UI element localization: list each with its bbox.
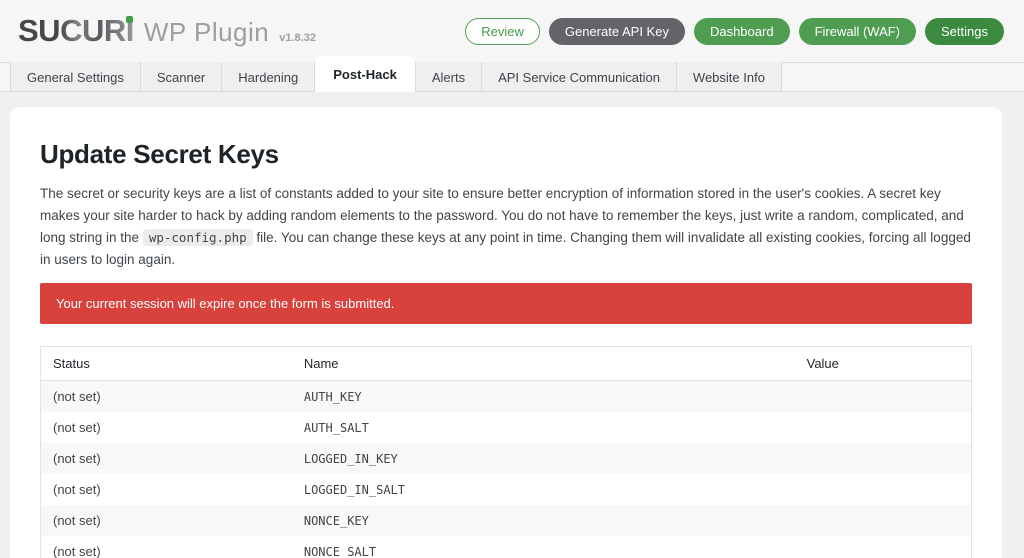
status-cell: (not set): [41, 474, 292, 505]
status-cell: (not set): [41, 505, 292, 536]
column-header-status: Status: [41, 347, 292, 381]
tab-api-service-communication[interactable]: API Service Communication: [482, 62, 677, 92]
tab-website-info[interactable]: Website Info: [677, 62, 782, 92]
table-row: (not set) AUTH_SALT: [41, 412, 972, 443]
table-row: (not set) AUTH_KEY: [41, 381, 972, 413]
top-header: SUCURI WP Plugin v1.8.32 Review Generate…: [0, 0, 1024, 62]
secret-keys-table: Status Name Value (not set) AUTH_KEY (no…: [40, 346, 972, 558]
table-row: (not set) LOGGED_IN_SALT: [41, 474, 972, 505]
header-actions: Review Generate API Key Dashboard Firewa…: [465, 18, 1004, 45]
settings-tab-bar: General Settings Scanner Hardening Post-…: [0, 62, 1024, 92]
status-cell: (not set): [41, 381, 292, 413]
table-row: (not set) NONCE_KEY: [41, 505, 972, 536]
value-cell: [795, 474, 972, 505]
value-cell: [795, 505, 972, 536]
column-header-value: Value: [795, 347, 972, 381]
table-row: (not set) NONCE_SALT: [41, 536, 972, 558]
tab-general-settings[interactable]: General Settings: [10, 62, 141, 92]
firewall-waf-button[interactable]: Firewall (WAF): [799, 18, 916, 45]
status-cell: (not set): [41, 412, 292, 443]
key-name-cell: AUTH_KEY: [292, 381, 795, 413]
status-cell: (not set): [41, 536, 292, 558]
table-header-row: Status Name Value: [41, 347, 972, 381]
content-panel: Update Secret Keys The secret or securit…: [10, 107, 1002, 558]
version-label: v1.8.32: [279, 32, 316, 44]
brand-text: SUCURI: [18, 13, 134, 48]
product-name: WP Plugin: [144, 17, 269, 48]
value-cell: [795, 381, 972, 413]
status-cell: (not set): [41, 443, 292, 474]
key-name-cell: NONCE_SALT: [292, 536, 795, 558]
tab-post-hack[interactable]: Post-Hack: [315, 56, 415, 92]
table-row: (not set) LOGGED_IN_KEY: [41, 443, 972, 474]
session-expiry-alert: Your current session will expire once th…: [40, 283, 972, 324]
value-cell: [795, 443, 972, 474]
tab-alerts[interactable]: Alerts: [415, 62, 482, 92]
description-paragraph: The secret or security keys are a list o…: [40, 183, 972, 270]
key-name-cell: AUTH_SALT: [292, 412, 795, 443]
tab-hardening[interactable]: Hardening: [222, 62, 315, 92]
value-cell: [795, 536, 972, 558]
settings-button[interactable]: Settings: [925, 18, 1004, 45]
sucuri-brand-wordmark: SUCURI: [18, 13, 134, 49]
sucuri-logo: SUCURI WP Plugin v1.8.32: [18, 13, 316, 49]
generate-api-key-button[interactable]: Generate API Key: [549, 18, 685, 45]
dashboard-button[interactable]: Dashboard: [694, 18, 790, 45]
key-name-cell: NONCE_KEY: [292, 505, 795, 536]
key-name-cell: LOGGED_IN_KEY: [292, 443, 795, 474]
value-cell: [795, 412, 972, 443]
logo-green-dot-icon: [126, 16, 133, 23]
wp-config-code-chip: wp-config.php: [143, 229, 253, 246]
page-title: Update Secret Keys: [40, 139, 972, 170]
column-header-name: Name: [292, 347, 795, 381]
tab-scanner[interactable]: Scanner: [141, 62, 222, 92]
spacer: [0, 92, 1024, 107]
key-name-cell: LOGGED_IN_SALT: [292, 474, 795, 505]
review-button[interactable]: Review: [465, 18, 540, 45]
alert-text: Your current session will expire once th…: [56, 296, 394, 311]
